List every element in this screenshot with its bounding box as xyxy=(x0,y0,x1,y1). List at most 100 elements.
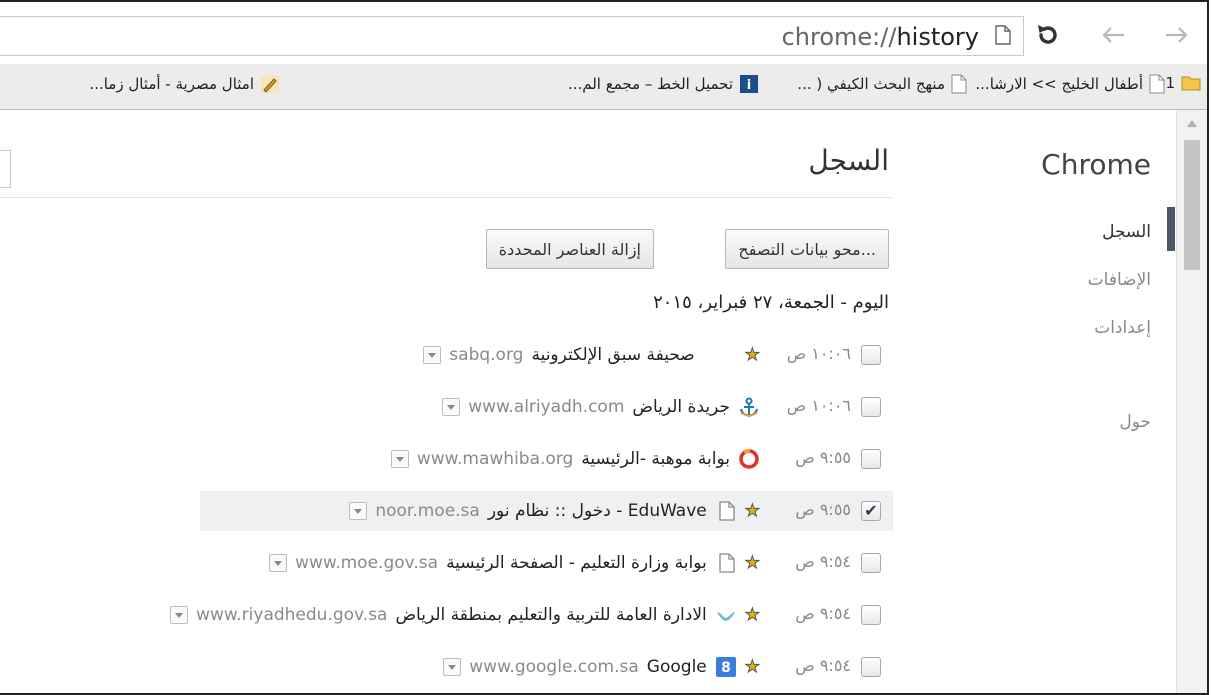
star-icon[interactable]: ★ xyxy=(744,501,760,522)
pen-icon xyxy=(261,75,279,93)
entry-content: بوابة موهبة -الرئيسية www.mawhiba.org xyxy=(390,445,760,473)
entry-content: ★ بوابة وزارة التعليم - الصفحة الرئيسية ww… xyxy=(269,549,761,577)
star-icon[interactable]: ★ xyxy=(744,605,760,626)
entry-menu-dropdown-icon[interactable] xyxy=(442,398,461,416)
star-icon[interactable]: ★ xyxy=(744,345,760,366)
star-icon[interactable]: ★ xyxy=(744,657,760,678)
scroll-up-icon[interactable] xyxy=(1187,120,1197,127)
bookmark-item[interactable]: منهج البحث الكيفي ( ... xyxy=(797,74,967,94)
entry-domain: www.mawhiba.org xyxy=(416,449,574,469)
bookmark-item[interactable]: امثال مصرية - أمثال زما... xyxy=(89,74,280,94)
remove-selected-button[interactable]: إزالة العناصر المحددة xyxy=(485,229,654,269)
bookmark-label: تحميل الخط – مجمع الم... xyxy=(567,75,733,93)
bookmark-folder[interactable]: 1 xyxy=(1165,74,1201,92)
sidebar-item-about[interactable]: حول xyxy=(1119,412,1151,432)
url-text: chrome://history xyxy=(781,23,979,51)
reload-icon[interactable] xyxy=(1031,18,1065,52)
entry-checkbox[interactable]: ✔ xyxy=(861,501,881,521)
bookmark-item[interactable]: أطفال الخليج >> الارشا... xyxy=(975,74,1165,94)
entry-time: ١٠:٠٦ ص xyxy=(786,396,851,415)
entry-domain: www.moe.gov.sa xyxy=(295,553,439,573)
entry-menu-dropdown-icon[interactable] xyxy=(170,606,189,624)
entry-checkbox[interactable] xyxy=(861,657,881,677)
star-icon[interactable]: ★ xyxy=(744,553,760,574)
page-icon xyxy=(995,25,1011,45)
page-icon xyxy=(715,552,737,574)
entry-domain: noor.moe.sa xyxy=(375,501,480,521)
page-icon xyxy=(951,74,967,94)
bookmark-item[interactable]: i تحميل الخط – مجمع الم... xyxy=(568,74,759,94)
entry-menu-dropdown-icon[interactable] xyxy=(390,450,409,468)
page-icon xyxy=(1149,74,1165,94)
toolbar: chrome://history xyxy=(0,2,1207,64)
entry-title-link[interactable]: صحيفة سبق الإلكترونية xyxy=(531,345,694,365)
history-entry[interactable]: ٩:٥٤ ص ★ بوابة وزارة التعليم - الصفحة الرئ… xyxy=(0,543,893,583)
svg-text:8: 8 xyxy=(721,660,731,676)
sidebar-item-settings[interactable]: إعدادات xyxy=(1094,318,1151,338)
bookmark-label: امثال مصرية - أمثال زما... xyxy=(89,75,254,93)
history-entry[interactable]: ١٠:٠٦ ص جريدة الرياض www.alriyadh.com xyxy=(0,387,893,427)
history-entry[interactable]: ✔ ٩:٥٥ ص ★ EduWave - دخول :: نظام نور noor.m… xyxy=(200,491,893,531)
entry-title-link[interactable]: الادارة العامة للتربية والتعليم بمنطقة ا… xyxy=(395,605,706,625)
entry-content: ★ 8 Google www.google.com.sa xyxy=(443,653,761,681)
history-entry[interactable]: ٩:٥٤ ص ★ الادارة العامة للتربية والتعليم ب… xyxy=(0,595,893,635)
entry-domain: www.riyadhedu.gov.sa xyxy=(196,605,388,625)
folder-icon xyxy=(1181,76,1201,91)
bookmark-label: أطفال الخليج >> الارشا... xyxy=(975,75,1143,93)
entry-menu-dropdown-icon[interactable] xyxy=(269,554,288,572)
info-icon: i xyxy=(740,75,758,93)
history-entry[interactable]: ١٠:٠٦ ص ★ صحيفة سبق الإلكترونية sabq.org xyxy=(0,335,893,375)
forward-arrow-icon[interactable] xyxy=(1160,18,1194,52)
entry-checkbox[interactable] xyxy=(861,553,881,573)
entry-title-link[interactable]: بوابة موهبة -الرئيسية xyxy=(581,449,730,469)
bookmark-label: منهج البحث الكيفي ( ... xyxy=(797,75,945,93)
entry-checkbox[interactable] xyxy=(861,449,881,469)
bookmark-label: 1 xyxy=(1165,74,1175,92)
google-plus-icon: 8 xyxy=(715,656,737,678)
entry-time: ١٠:٠٦ ص xyxy=(786,344,851,363)
entry-domain: www.google.com.sa xyxy=(469,657,639,677)
entry-time: ٩:٥٥ ص xyxy=(795,500,851,519)
entry-time: ٩:٥٤ ص xyxy=(795,552,851,571)
entry-domain: sabq.org xyxy=(449,345,524,365)
scrollbar[interactable] xyxy=(1176,110,1207,693)
entry-time: ٩:٥٤ ص xyxy=(795,604,851,623)
svg-text:i: i xyxy=(747,78,751,93)
search-input[interactable] xyxy=(0,150,11,188)
entry-menu-dropdown-icon[interactable] xyxy=(423,346,442,364)
address-bar[interactable]: chrome://history xyxy=(0,16,1024,56)
entry-title-link[interactable]: بوابة وزارة التعليم - الصفحة الرئيسية xyxy=(446,553,707,573)
selection-marker xyxy=(1167,207,1175,251)
history-entry[interactable]: ٩:٥٥ ص بوابة موهبة -الرئيسية www.mawhiba.o… xyxy=(0,439,893,479)
circle-logo-icon xyxy=(738,448,760,470)
entry-content: ★ EduWave - دخول :: نظام نور noor.moe.sa xyxy=(349,497,761,525)
sidebar-item-extensions[interactable]: الإضافات xyxy=(1088,270,1151,290)
entry-content: ★ الادارة العامة للتربية والتعليم بمنطقة … xyxy=(170,601,761,629)
page-icon xyxy=(715,500,737,522)
sidebar-title: Chrome xyxy=(1041,148,1151,181)
divider xyxy=(0,197,892,198)
entry-title-link[interactable]: Google xyxy=(647,657,707,677)
anchor-icon xyxy=(738,396,760,418)
entry-content: ★ صحيفة سبق الإلكترونية sabq.org xyxy=(423,341,761,369)
page-title: السجل xyxy=(808,144,889,177)
browser-window: chrome://history 1 أطفال الخليج >> الارش… xyxy=(0,0,1209,695)
entry-menu-dropdown-icon[interactable] xyxy=(349,502,368,520)
clear-browsing-data-button[interactable]: محو بيانات التصفح... xyxy=(725,229,889,269)
entry-time: ٩:٥٥ ص xyxy=(795,448,851,467)
history-entry[interactable]: ٩:٥٤ ص ★ 8 Google www.google.com.sa xyxy=(0,647,893,687)
entry-title-link[interactable]: جريدة الرياض xyxy=(632,397,730,417)
sidebar-item-history[interactable]: السجل xyxy=(1102,222,1151,242)
bird-icon xyxy=(715,604,737,626)
entry-title-link[interactable]: EduWave - دخول :: نظام نور xyxy=(488,501,707,521)
entry-checkbox[interactable] xyxy=(861,397,881,417)
day-heading: اليوم - الجمعة، ٢٧ فبراير، ٢٠١٥ xyxy=(653,292,889,313)
sidebar: Chrome السجل الإضافات إعدادات حول xyxy=(915,110,1175,693)
scrollbar-thumb[interactable] xyxy=(1184,140,1200,270)
entry-time: ٩:٥٤ ص xyxy=(795,656,851,675)
back-arrow-icon[interactable] xyxy=(1096,18,1130,52)
entry-checkbox[interactable] xyxy=(861,345,881,365)
entry-menu-dropdown-icon[interactable] xyxy=(443,658,462,676)
entry-domain: www.alriyadh.com xyxy=(468,397,625,417)
entry-checkbox[interactable] xyxy=(861,605,881,625)
